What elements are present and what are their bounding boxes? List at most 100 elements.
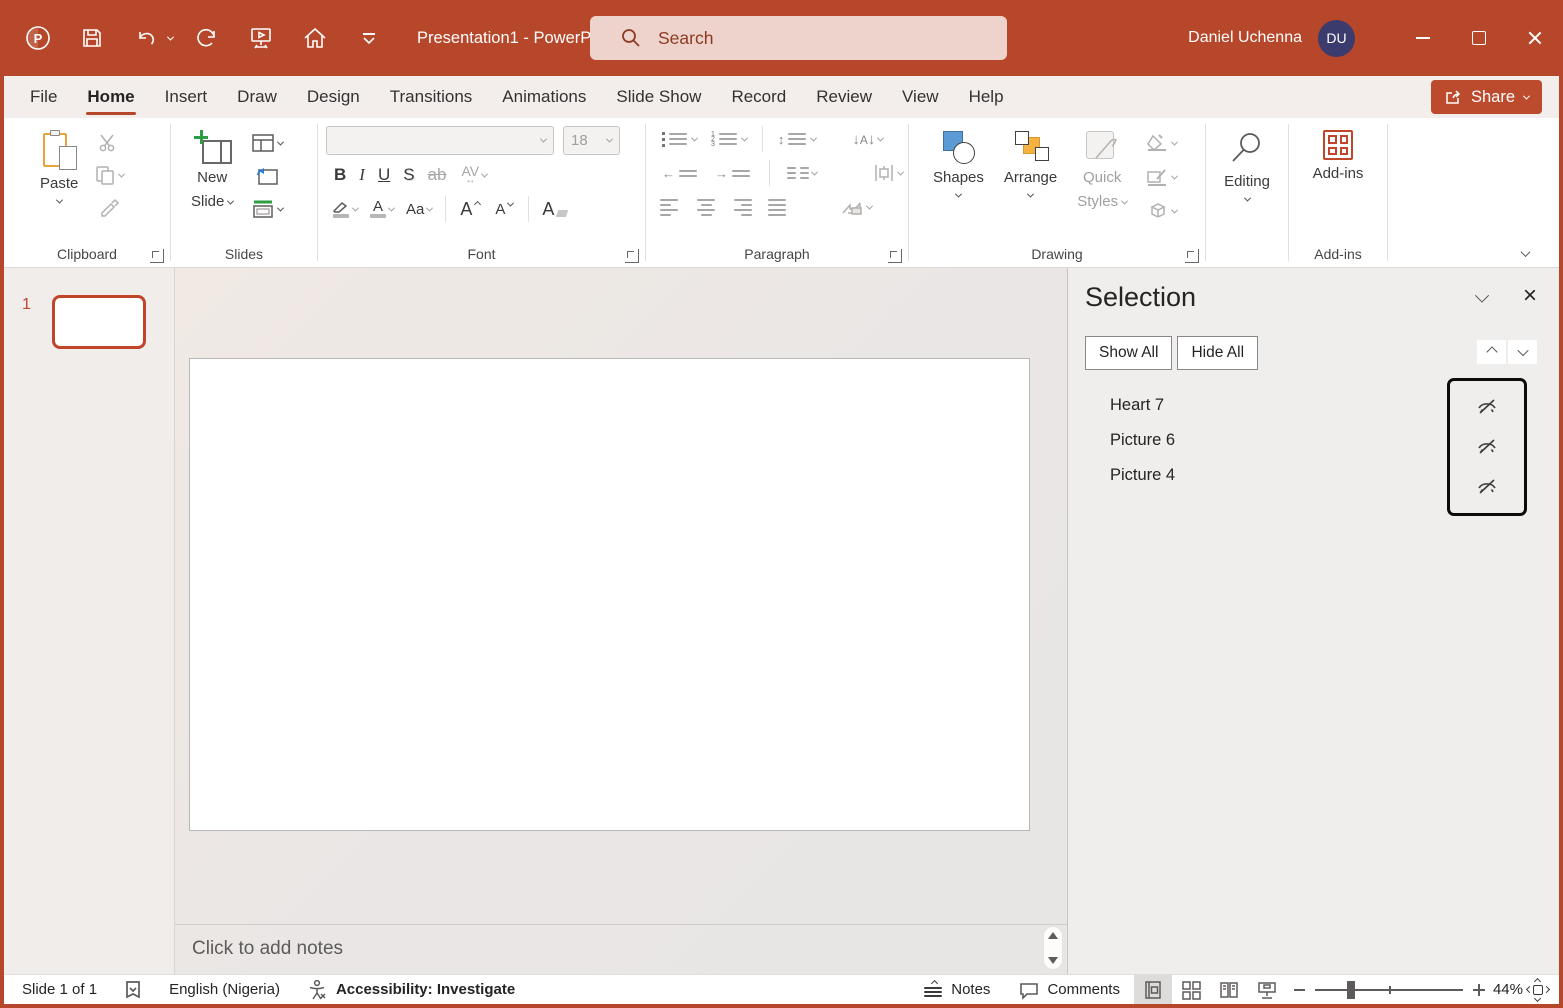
change-case-button[interactable]: Aa — [404, 196, 434, 222]
zoom-out-button[interactable] — [1294, 989, 1305, 991]
paragraph-dialog-launcher[interactable] — [888, 249, 902, 263]
undo-icon[interactable] — [126, 18, 166, 58]
search-box[interactable]: Search — [590, 16, 1007, 60]
fit-slide-to-window-button[interactable] — [1527, 979, 1549, 1001]
shape-effects-button[interactable] — [1143, 198, 1179, 224]
clear-formatting-button[interactable]: A — [540, 196, 569, 222]
normal-view-button[interactable] — [1134, 975, 1172, 1005]
tab-review[interactable]: Review — [801, 76, 887, 118]
notes-toggle-button[interactable]: Notes — [910, 975, 1004, 1005]
undo-chevron-icon[interactable] — [167, 33, 174, 40]
justify-button[interactable] — [768, 197, 788, 217]
align-text-button[interactable] — [871, 160, 905, 186]
cut-button[interactable] — [92, 130, 126, 156]
line-spacing-button[interactable]: ↕ — [776, 126, 819, 152]
scroll-up-icon[interactable] — [1048, 932, 1058, 939]
strikethrough-button[interactable]: ab — [428, 165, 447, 185]
send-backward-button[interactable] — [1508, 340, 1537, 364]
tab-view[interactable]: View — [887, 76, 954, 118]
increase-font-size-button[interactable]: A — [457, 196, 483, 222]
font-name-combo[interactable] — [326, 126, 554, 155]
slide-layout-button[interactable] — [249, 130, 285, 156]
tab-draw[interactable]: Draw — [222, 76, 292, 118]
character-spacing-button[interactable]: AV ↔ — [460, 162, 490, 188]
redo-icon[interactable] — [187, 18, 227, 58]
bring-forward-button[interactable] — [1477, 340, 1506, 364]
selection-pane-close-icon[interactable]: × — [1523, 282, 1537, 310]
zoom-in-button[interactable] — [1473, 984, 1485, 996]
tab-design[interactable]: Design — [292, 76, 375, 118]
spell-check-button[interactable] — [123, 979, 143, 1001]
align-left-button[interactable] — [660, 197, 680, 217]
slide-indicator[interactable]: Slide 1 of 1 — [22, 981, 97, 998]
decrease-indent-button[interactable]: ← — [660, 160, 701, 186]
hidden-eye-icon[interactable] — [1475, 436, 1499, 458]
highlight-color-button[interactable] — [330, 196, 360, 222]
arrange-button[interactable]: Arrange — [996, 126, 1065, 224]
quick-styles-button[interactable]: Quick Styles — [1069, 126, 1135, 224]
user-name[interactable]: Daniel Uchenna — [1188, 29, 1302, 47]
start-presentation-icon[interactable] — [241, 18, 281, 58]
font-dialog-launcher[interactable] — [625, 249, 639, 263]
language-indicator[interactable]: English (Nigeria) — [169, 981, 280, 998]
shapes-button[interactable]: Shapes — [925, 126, 992, 224]
section-button[interactable] — [249, 196, 285, 222]
scroll-down-icon[interactable] — [1048, 957, 1058, 964]
reset-slide-button[interactable] — [249, 163, 285, 189]
selection-pane-collapse-icon[interactable] — [1475, 289, 1489, 303]
slide-thumbnail[interactable] — [52, 295, 146, 349]
zoom-slider[interactable] — [1315, 989, 1463, 991]
powerpoint-logo-icon[interactable]: P — [18, 18, 58, 58]
smartart-button[interactable] — [838, 194, 874, 220]
notes-placeholder[interactable]: Click to add notes — [192, 938, 343, 960]
customize-qat-icon[interactable] — [349, 18, 389, 58]
clipboard-dialog-launcher[interactable] — [150, 249, 164, 263]
hidden-eye-icon[interactable] — [1475, 476, 1499, 498]
align-center-button[interactable] — [696, 197, 716, 217]
show-all-button[interactable]: Show All — [1085, 336, 1172, 370]
tab-home[interactable]: Home — [72, 76, 149, 118]
tab-file[interactable]: File — [4, 76, 72, 118]
copy-button[interactable] — [92, 162, 126, 188]
maximize-button[interactable] — [1451, 0, 1507, 76]
format-painter-button[interactable] — [92, 194, 126, 220]
notes-scrollbar[interactable] — [1043, 926, 1063, 970]
slide-sorter-view-button[interactable] — [1172, 975, 1210, 1005]
reading-view-button[interactable] — [1210, 975, 1248, 1005]
align-right-button[interactable] — [732, 197, 752, 217]
user-avatar[interactable]: DU — [1318, 20, 1355, 57]
share-button[interactable]: Share — [1431, 80, 1542, 114]
numbering-button[interactable]: 123 — [709, 126, 749, 152]
columns-button[interactable] — [785, 160, 819, 186]
tab-record[interactable]: Record — [716, 76, 801, 118]
tab-animations[interactable]: Animations — [487, 76, 601, 118]
text-shadow-button[interactable]: S — [403, 165, 414, 185]
increase-indent-button[interactable]: → — [713, 160, 754, 186]
notes-pane[interactable]: Click to add notes — [175, 924, 1067, 974]
addins-button[interactable]: Add-ins — [1289, 126, 1387, 188]
hidden-eye-icon[interactable] — [1475, 396, 1499, 418]
save-icon[interactable] — [72, 18, 112, 58]
zoom-slider-thumb[interactable] — [1347, 981, 1355, 999]
slide-canvas[interactable] — [189, 358, 1030, 831]
tab-transitions[interactable]: Transitions — [375, 76, 488, 118]
bold-button[interactable]: B — [334, 165, 346, 185]
tab-help[interactable]: Help — [954, 76, 1019, 118]
tab-slide-show[interactable]: Slide Show — [601, 76, 716, 118]
shape-fill-button[interactable] — [1143, 130, 1179, 156]
zoom-level[interactable]: 44% — [1493, 981, 1523, 998]
paste-button[interactable]: Paste — [32, 126, 86, 220]
accessibility-checker[interactable]: Accessibility: Investigate — [306, 979, 515, 1001]
decrease-font-size-button[interactable]: A — [491, 196, 517, 222]
hide-all-button[interactable]: Hide All — [1177, 336, 1258, 370]
minimize-button[interactable] — [1395, 0, 1451, 76]
text-direction-button[interactable]: ↓A↓ — [850, 126, 885, 152]
home-icon[interactable] — [295, 18, 335, 58]
comments-button[interactable]: Comments — [1004, 975, 1134, 1005]
drawing-dialog-launcher[interactable] — [1185, 249, 1199, 263]
underline-button[interactable]: U — [378, 165, 390, 185]
editing-button[interactable]: Editing — [1206, 126, 1288, 206]
font-size-combo[interactable]: 18 — [563, 126, 620, 155]
tab-insert[interactable]: Insert — [150, 76, 223, 118]
undo-button[interactable] — [126, 18, 173, 58]
